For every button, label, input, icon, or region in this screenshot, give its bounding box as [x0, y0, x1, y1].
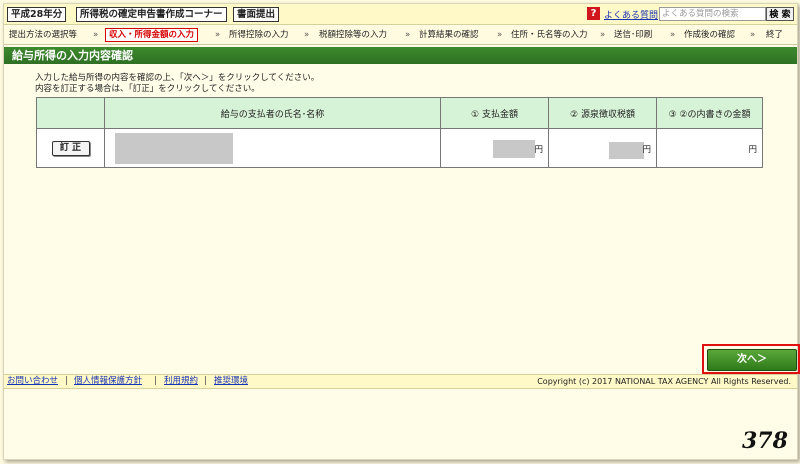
next-button[interactable]: 次へ＞: [707, 349, 797, 371]
salary-income-table: 給与の支払者の氏名･名称 ① 支払金額 ② 源泉徴収税額 ③ ②の内書きの金額 …: [36, 97, 763, 168]
step-separator: »: [600, 30, 606, 40]
footer-separator: |: [65, 376, 68, 386]
step-separator: »: [215, 30, 221, 40]
redacted-withholding-tax: [609, 142, 644, 159]
edit-cell: 訂 正: [36, 128, 105, 168]
column-header-withholding-tax: ② 源泉徴収税額: [548, 97, 657, 129]
step-separator: »: [93, 30, 99, 40]
step-item: 住所・氏名等の入力: [511, 30, 588, 40]
yen-unit: 円: [534, 145, 543, 155]
step-separator: »: [304, 30, 310, 40]
footer-separator: |: [154, 376, 157, 386]
search-button[interactable]: 検 索: [766, 7, 794, 21]
included-amount-cell: 円: [656, 128, 763, 168]
step-navigation: 提出方法の選択等 » 収入・所得金額の入力 » 所得控除の入力 » 税額控除等の…: [4, 26, 797, 45]
page-frame: 平成28年分 所得税の確定申告書作成コーナー 書面提出 ? よくある質問 検 索…: [3, 3, 800, 460]
step-separator: »: [670, 30, 676, 40]
redacted-payment-amount: [493, 140, 535, 158]
edit-button[interactable]: 訂 正: [51, 140, 90, 156]
footer-link-privacy[interactable]: 個人情報保護方針: [74, 376, 142, 387]
withholding-tax-cell: 円: [548, 128, 657, 168]
payer-name-cell: [104, 128, 441, 168]
step-item: 作成後の確認: [684, 30, 736, 40]
table-header-row: 給与の支払者の氏名･名称 ① 支払金額 ② 源泉徴収税額 ③ ②の内書きの金額: [36, 97, 763, 129]
yen-unit: 円: [748, 145, 757, 155]
page-title: 給与所得の入力内容確認: [12, 49, 133, 62]
paper-submission-label: 書面提出: [233, 7, 280, 22]
footer: お問い合わせ | 個人情報保護方針 | 利用規約 | 推奨環境 Copyrigh…: [4, 374, 797, 389]
faq-link[interactable]: よくある質問: [604, 8, 658, 21]
step-separator: »: [405, 30, 411, 40]
page-number: 378: [742, 428, 788, 454]
step-item: 提出方法の選択等: [9, 30, 78, 40]
footer-link-contact[interactable]: お問い合わせ: [7, 376, 58, 387]
column-header: [36, 97, 105, 129]
footer-separator: |: [204, 376, 207, 386]
corner-title-label: 所得税の確定申告書作成コーナー: [76, 7, 227, 22]
page-title-bar: 給与所得の入力内容確認: [4, 47, 797, 64]
step-item: 終了: [766, 30, 784, 40]
redacted-payer-name: [115, 133, 233, 164]
tax-year-label: 平成28年分: [7, 7, 67, 22]
column-header-payment-amount: ① 支払金額: [440, 97, 549, 129]
copyright-text: Copyright (c) 2017 NATIONAL TAX AGENCY A…: [537, 377, 791, 386]
footer-link-environment[interactable]: 推奨環境: [214, 376, 248, 387]
header-bar: 平成28年分 所得税の確定申告書作成コーナー 書面提出 ? よくある質問 検 索: [4, 4, 797, 25]
step-item: 所得控除の入力: [229, 30, 289, 40]
column-header-included-amount: ③ ②の内書きの金額: [656, 97, 763, 129]
yen-unit: 円: [642, 145, 651, 155]
step-separator: »: [497, 30, 503, 40]
footer-link-terms[interactable]: 利用規約: [164, 376, 198, 387]
step-item: 税額控除等の入力: [319, 30, 388, 40]
payment-amount-cell: 円: [440, 128, 549, 168]
question-icon[interactable]: ?: [587, 7, 600, 20]
step-separator: »: [750, 30, 756, 40]
faq-search-input[interactable]: [659, 7, 766, 21]
column-header-payer-name: 給与の支払者の氏名･名称: [104, 97, 441, 129]
table-row: 訂 正 円 円 円: [36, 128, 763, 168]
instruction-text: 内容を訂正する場合は、「訂正」をクリックしてください。: [35, 84, 260, 94]
step-item: 計算結果の確認: [419, 30, 479, 40]
step-item-current: 収入・所得金額の入力: [105, 28, 199, 42]
step-item: 送信･印刷: [614, 30, 653, 40]
